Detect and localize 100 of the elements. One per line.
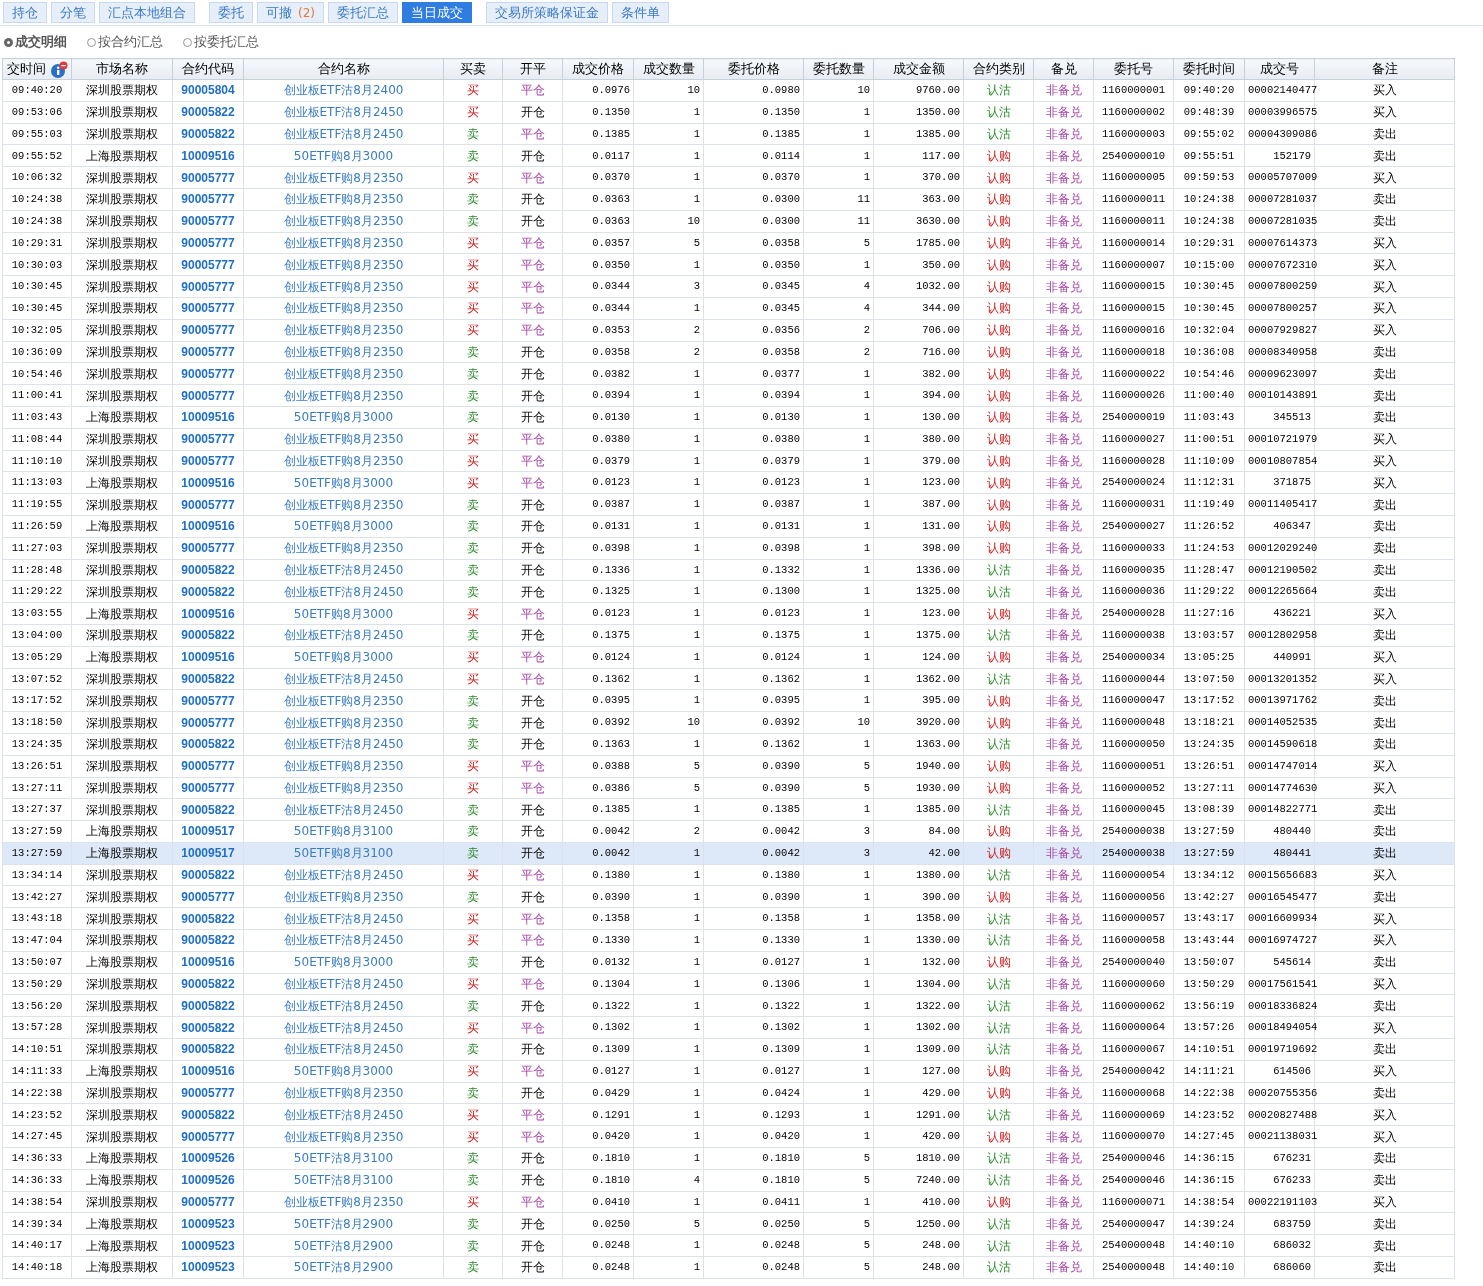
table-cell: 深圳股票期权 xyxy=(71,711,173,734)
tab[interactable]: 汇点本地组合 xyxy=(99,2,195,23)
table-row[interactable]: 14:36:33 上海股票期权 10009526 50ETF沽8月3100 卖 开仓 0.1810 4 0.1810 5 7240.00 认沽 非备兑 2540000046 14:36:15 676233 卖出 xyxy=(2,1169,1455,1192)
table-cell: 1160000050 xyxy=(1093,733,1174,756)
table-cell: 1 xyxy=(633,580,704,603)
table-row[interactable]: 09:55:52 上海股票期权 10009516 50ETF购8月3000 卖 开仓 0.0117 1 0.0114 1 117.00 认购 非备兑 2540000010 09:55:51 152179 卖出 xyxy=(2,144,1455,167)
column-header[interactable]: 合约类别 xyxy=(963,58,1034,80)
table-cell: 创业板ETF购8月2350 xyxy=(243,1191,444,1213)
table-row[interactable]: 14:11:33 上海股票期权 10009516 50ETF购8月3000 买 平仓 0.0127 1 0.0127 1 127.00 认购 非备兑 2540000042 14:11:21 614506 买入 xyxy=(2,1060,1455,1083)
table-cell: 0.0980 xyxy=(703,79,804,102)
tab[interactable]: 分笔 xyxy=(51,2,95,23)
table-cell: 上海股票期权 xyxy=(71,144,173,167)
table-cell: 非备兑 xyxy=(1033,951,1094,974)
table-cell: 非备兑 xyxy=(1033,1234,1094,1257)
table-cell: 深圳股票期权 xyxy=(71,253,173,276)
column-header[interactable]: 买卖 xyxy=(443,58,503,80)
column-header[interactable]: 成交号 xyxy=(1244,58,1315,80)
table-cell: 0.1363 xyxy=(562,733,634,756)
column-header[interactable]: 备兑 xyxy=(1033,58,1094,80)
table-cell: 1 xyxy=(803,101,874,124)
table-cell: 开仓 xyxy=(502,1147,563,1170)
table-cell: 10009523 xyxy=(172,1256,244,1279)
tab[interactable]: 当日成交 xyxy=(402,2,472,23)
table-cell: 1 xyxy=(633,907,704,930)
column-header[interactable]: 合约代码 xyxy=(172,58,244,80)
table-cell: 1 xyxy=(803,668,874,690)
column-header[interactable]: 委托号 xyxy=(1093,58,1174,80)
table-row[interactable]: 14:36:33 上海股票期权 10009526 50ETF沽8月3100 卖 开仓 0.1810 1 0.1810 5 1810.00 认沽 非备兑 2540000046 14:36:15 676231 卖出 xyxy=(2,1147,1455,1170)
table-cell: 1160000067 xyxy=(1093,1038,1174,1061)
column-header[interactable]: 合约名称 xyxy=(243,58,444,80)
tab[interactable]: 委托 xyxy=(209,2,253,23)
column-header[interactable]: 备注 xyxy=(1314,58,1455,80)
tab[interactable]: 可撤 (2) xyxy=(257,2,324,23)
table-cell: 买 xyxy=(443,166,503,189)
column-header[interactable]: 开平 xyxy=(502,58,563,80)
tab[interactable]: 交易所策略保证金 xyxy=(486,2,608,23)
table-cell: 0.0394 xyxy=(562,384,634,407)
table-cell: 深圳股票期权 xyxy=(71,362,173,385)
column-header[interactable]: 委托时间 xyxy=(1173,58,1245,80)
table-cell: 创业板ETF购8月2350 xyxy=(243,1082,444,1104)
table-cell: 1 xyxy=(633,406,704,429)
table-cell: 0.0382 xyxy=(562,362,634,385)
table-cell: 0.0388 xyxy=(562,755,634,777)
table-cell: 认购 xyxy=(963,951,1034,974)
table-cell: 390.00 xyxy=(873,886,964,908)
table-cell: 0.0390 xyxy=(703,755,804,777)
table-row[interactable]: 13:05:29 上海股票期权 10009516 50ETF购8月3000 买 平仓 0.0124 1 0.0124 1 124.00 认购 非备兑 2540000034 13:05:25 440991 买入 xyxy=(2,646,1455,668)
table-row[interactable]: 11:03:43 上海股票期权 10009516 50ETF购8月3000 卖 开仓 0.0130 1 0.0130 1 130.00 认购 非备兑 2540000019 11:03:43 345513 卖出 xyxy=(2,406,1455,429)
table-cell: 认购 xyxy=(963,602,1034,625)
table-cell: 0.1322 xyxy=(562,994,634,1017)
table-row[interactable]: 14:39:34 上海股票期权 10009523 50ETF沽8月2900 卖 开仓 0.0250 5 0.0250 5 1250.00 认沽 非备兑 2540000047 14:39:24 683759 卖出 xyxy=(2,1212,1455,1235)
table-row[interactable]: 13:50:07 上海股票期权 10009516 50ETF购8月3000 卖 开仓 0.0132 1 0.0127 1 132.00 认购 非备兑 2540000040 13:50:07 545614 卖出 xyxy=(2,951,1455,974)
table-row[interactable]: 14:40:18 上海股票期权 10009523 50ETF沽8月2900 卖 开仓 0.0248 1 0.0248 5 248.00 认沽 非备兑 2540000048 14:40:10 686060 卖出 xyxy=(2,1256,1455,1279)
table-cell: 00007614373 xyxy=(1244,232,1315,254)
table-cell: 11:26:52 xyxy=(1173,515,1245,538)
table-row[interactable]: 11:26:59 上海股票期权 10009516 50ETF购8月3000 卖 开仓 0.0131 1 0.0131 1 131.00 认购 非备兑 2540000027 11:26:52 406347 卖出 xyxy=(2,515,1455,538)
table-cell: 13:03:55 xyxy=(2,602,72,625)
table-cell: 创业板ETF沽8月2450 xyxy=(243,994,444,1017)
table-cell: 买 xyxy=(443,1016,503,1039)
column-header[interactable]: 成交金额 xyxy=(873,58,964,80)
table-cell: 买 xyxy=(443,1060,503,1083)
tab[interactable]: 持仓 xyxy=(3,2,47,23)
table-cell: 1385.00 xyxy=(873,123,964,145)
table-cell: 0.1358 xyxy=(703,907,804,930)
tab[interactable]: 委托汇总 xyxy=(328,2,398,23)
table-cell: 13:27:59 xyxy=(1173,820,1245,843)
table-row[interactable]: 11:13:03 上海股票期权 10009516 50ETF购8月3000 买 平仓 0.0123 1 0.0123 1 123.00 认购 非备兑 2540000024 11:12:31 371875 买入 xyxy=(2,471,1455,494)
radio-option[interactable]: 成交明细 xyxy=(4,32,67,52)
column-header[interactable]: 委托价格 xyxy=(703,58,804,80)
table-row[interactable]: 14:40:17 上海股票期权 10009523 50ETF沽8月2900 卖 开仓 0.0248 1 0.0248 5 248.00 认沽 非备兑 2540000048 14:40:10 686032 卖出 xyxy=(2,1234,1455,1257)
table-cell: 10:54:46 xyxy=(1173,362,1245,385)
tab[interactable]: 条件单 xyxy=(612,2,669,23)
table-cell: 00010143891 xyxy=(1244,384,1315,407)
column-header[interactable]: 市场名称 xyxy=(71,58,173,80)
column-header[interactable]: 成交数量 xyxy=(633,58,704,80)
table-cell: 10 xyxy=(633,79,704,102)
table-cell: 深圳股票期权 xyxy=(71,493,173,516)
table-row[interactable]: 13:27:59 上海股票期权 10009517 50ETF购8月3100 卖 开仓 0.0042 1 0.0042 3 42.00 认购 非备兑 2540000038 13:27:59 480441 卖出 xyxy=(2,842,1455,865)
table-row[interactable]: 13:27:59 上海股票期权 10009517 50ETF购8月3100 卖 开仓 0.0042 2 0.0042 3 84.00 认购 非备兑 2540000038 13:27:59 480440 卖出 xyxy=(2,820,1455,843)
column-header[interactable]: 成交价格 xyxy=(562,58,634,80)
table-cell: 卖 xyxy=(443,711,503,734)
table-cell: 0.0131 xyxy=(562,515,634,538)
table-cell: 1 xyxy=(803,493,874,516)
table-cell: 1 xyxy=(803,537,874,560)
table-cell: 1 xyxy=(803,864,874,886)
table-cell: 10:36:08 xyxy=(1173,341,1245,363)
table-cell: 0.1325 xyxy=(562,580,634,603)
table-cell: 卖 xyxy=(443,1256,503,1279)
radio-option[interactable]: 按委托汇总 xyxy=(183,32,259,52)
table-row[interactable]: 13:03:55 上海股票期权 10009516 50ETF购8月3000 买 平仓 0.0123 1 0.0123 1 123.00 认购 非备兑 2540000028 11:27:16 436221 买入 xyxy=(2,602,1455,625)
table-cell: 13:27:11 xyxy=(1173,777,1245,799)
table-cell: 卖 xyxy=(443,210,503,233)
table-cell: 创业板ETF沽8月2450 xyxy=(243,929,444,952)
radio-option[interactable]: 按合约汇总 xyxy=(87,32,163,52)
info-icon[interactable] xyxy=(49,60,68,78)
column-header[interactable]: 委托数量 xyxy=(803,58,874,80)
table-cell: 创业板ETF沽8月2450 xyxy=(243,1038,444,1061)
table-cell: 1160000007 xyxy=(1093,253,1174,276)
table-cell: 平仓 xyxy=(502,646,563,668)
table-cell: 0.1293 xyxy=(703,1103,804,1126)
